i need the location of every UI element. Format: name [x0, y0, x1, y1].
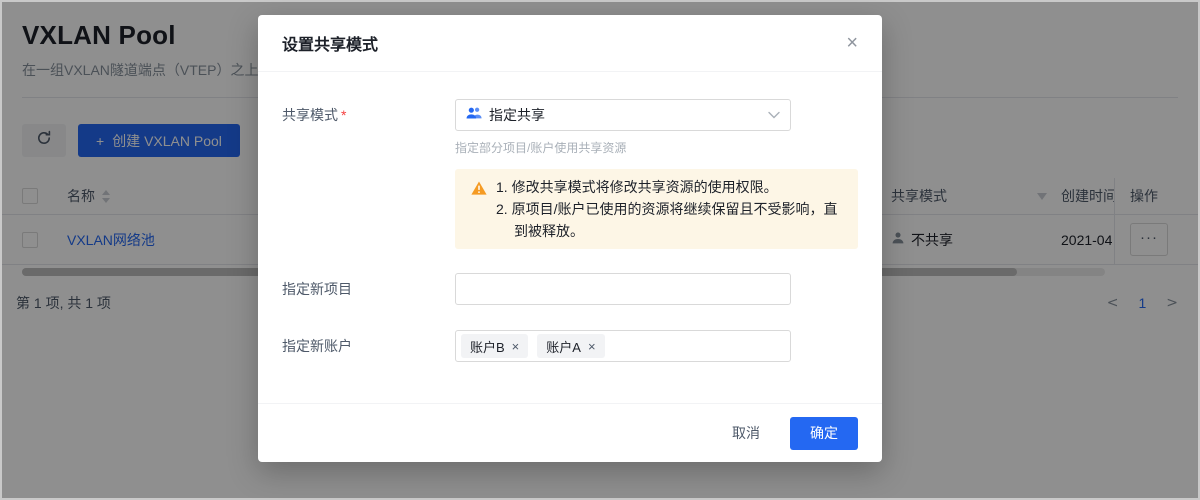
modal-header: 设置共享模式 × — [258, 15, 882, 72]
warning-icon — [471, 179, 487, 242]
tag-remove-icon[interactable]: × — [512, 340, 520, 353]
required-mark: * — [341, 107, 346, 123]
share-mode-value: 指定共享 — [489, 105, 545, 125]
account-tag: 账户B × — [461, 334, 528, 358]
chevron-down-icon — [768, 111, 780, 119]
share-mode-label: 共享模式* — [282, 99, 455, 125]
new-project-input[interactable] — [455, 273, 791, 305]
modal-footer: 取消 确定 — [258, 403, 882, 462]
share-mode-help: 指定部分项目/账户使用共享资源 — [455, 139, 791, 156]
warning-alert: 1. 修改共享模式将修改共享资源的使用权限。 2. 原项目/账户已使用的资源将继… — [455, 169, 858, 249]
warning-line-1: 1. 修改共享模式将修改共享资源的使用权限。 — [496, 176, 846, 198]
modal-title: 设置共享模式 — [282, 31, 378, 55]
account-tag: 账户A × — [537, 334, 604, 358]
account-tag-label: 账户A — [546, 337, 581, 356]
new-project-field-row: 指定新项目 — [282, 273, 858, 305]
warning-line-2: 2. 原项目/账户已使用的资源将继续保留且不受影响，直到被释放。 — [496, 198, 846, 242]
warning-text: 1. 修改共享模式将修改共享资源的使用权限。 2. 原项目/账户已使用的资源将继… — [496, 176, 846, 242]
modal-body: 共享模式* 指定共享 — [258, 72, 882, 403]
tag-remove-icon[interactable]: × — [588, 340, 596, 353]
set-share-mode-modal: 设置共享模式 × 共享模式* 指定共享 — [258, 15, 882, 462]
new-account-label: 指定新账户 — [282, 330, 455, 356]
people-icon — [466, 106, 482, 125]
share-mode-field-row: 共享模式* 指定共享 — [282, 99, 858, 156]
new-account-input[interactable]: 账户B × 账户A × — [455, 330, 791, 362]
share-mode-select[interactable]: 指定共享 — [455, 99, 791, 131]
new-account-field-row: 指定新账户 账户B × 账户A × — [282, 330, 858, 362]
cancel-button[interactable]: 取消 — [732, 423, 760, 443]
share-mode-control: 指定共享 指定部分项目/账户使用共享资源 — [455, 99, 791, 156]
confirm-button[interactable]: 确定 — [790, 417, 858, 450]
new-project-label: 指定新项目 — [282, 273, 455, 299]
account-tag-label: 账户B — [470, 337, 505, 356]
close-icon[interactable]: × — [842, 29, 862, 57]
